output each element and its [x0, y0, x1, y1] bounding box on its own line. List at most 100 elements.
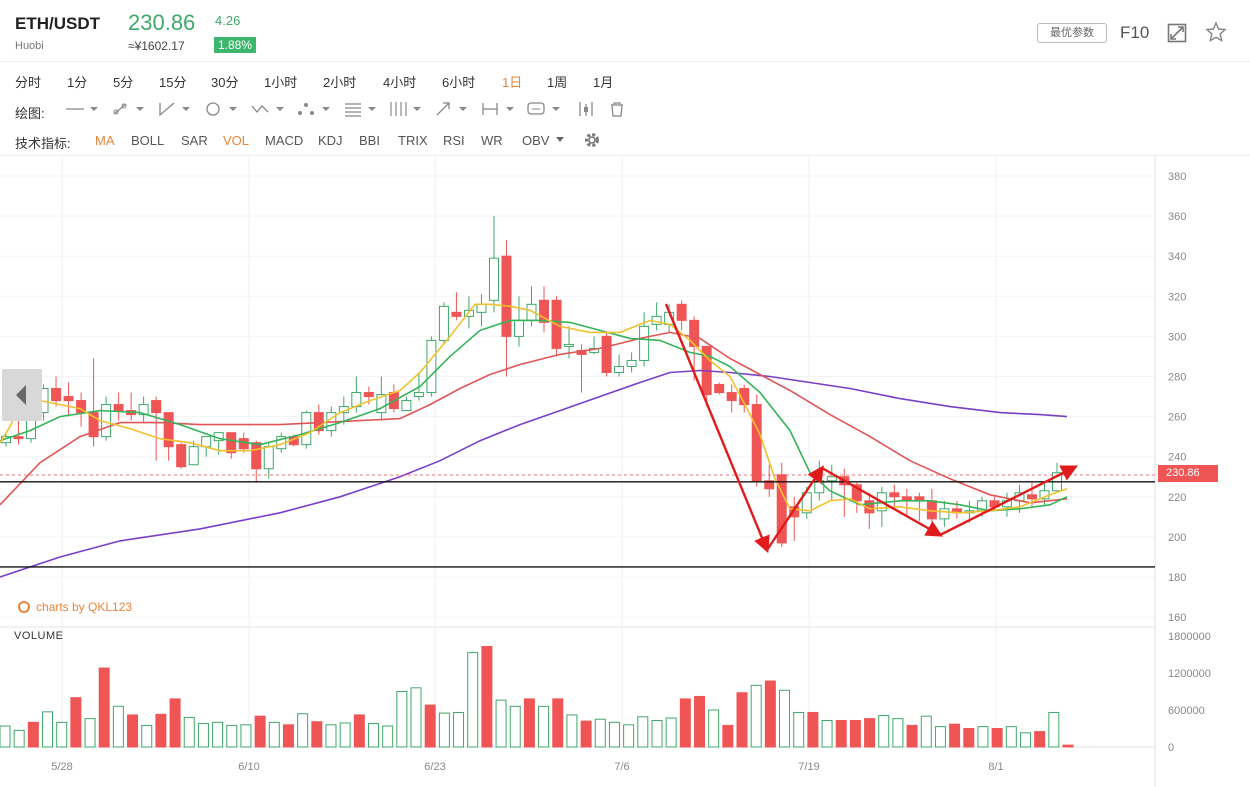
candle-body	[51, 388, 62, 402]
volume-bar	[70, 697, 82, 748]
indicator-sar[interactable]: SAR	[181, 133, 208, 148]
period-1d[interactable]: 1日	[502, 72, 522, 91]
period-1h[interactable]: 1小时	[264, 72, 297, 91]
volume-bar	[226, 724, 238, 748]
price-tick-label: 160	[1168, 612, 1186, 624]
star-icon[interactable]	[1205, 21, 1227, 43]
volume-bar	[268, 721, 280, 748]
indicator-rsi[interactable]: RSI	[443, 133, 465, 148]
indicator-vol[interactable]: VOL	[223, 133, 249, 148]
fibonacci-tool-icon[interactable]	[342, 99, 378, 119]
candle-body	[601, 335, 612, 373]
candle-body	[939, 508, 950, 520]
candle-body	[413, 392, 424, 398]
volume-bar	[580, 720, 592, 748]
f10-button[interactable]: F10	[1120, 23, 1149, 43]
candle-body	[426, 339, 437, 394]
candle-body	[226, 432, 237, 454]
header: ETH/USDT Huobi 230.86 ≈¥1602.17 4.26 1.8…	[0, 0, 1250, 62]
candle-body	[1026, 494, 1037, 500]
candle-body	[401, 400, 412, 412]
price-tick-label: 300	[1168, 331, 1186, 343]
note-tool-icon[interactable]	[526, 99, 562, 119]
period-6h[interactable]: 6小时	[442, 72, 475, 91]
period-4h[interactable]: 4小时	[383, 72, 416, 91]
obv-dropdown-icon[interactable]	[555, 136, 565, 144]
indicator-wr[interactable]: WR	[481, 133, 503, 148]
indicator-bbi[interactable]: BBI	[359, 133, 380, 148]
pattern-tool-icon[interactable]	[296, 99, 332, 119]
period-1min[interactable]: 1分	[67, 72, 87, 91]
candle-body	[726, 392, 737, 402]
watermark-text: charts by QKL123	[36, 600, 133, 614]
line-tool-icon[interactable]	[64, 99, 100, 119]
period-2h[interactable]: 2小时	[323, 72, 356, 91]
candle-body	[889, 492, 900, 498]
volume-bar	[523, 698, 535, 748]
volume-bar	[495, 699, 507, 748]
circle-tool-icon[interactable]	[203, 99, 239, 119]
last-price-tag: 230.86	[1158, 465, 1218, 482]
period-5min[interactable]: 5分	[113, 72, 133, 91]
candle-body	[13, 436, 24, 440]
candle-body	[113, 404, 124, 412]
indicator-trix[interactable]: TRIX	[398, 133, 428, 148]
x-tick-label: 5/28	[51, 761, 72, 773]
trash-icon[interactable]	[607, 99, 627, 119]
trend-arrow	[939, 465, 1079, 537]
price-change: 4.26	[215, 13, 241, 28]
indicator-macd[interactable]: MACD	[265, 133, 303, 148]
drawing-toolbar: 绘图:	[0, 96, 1250, 124]
indicator-boll[interactable]: BOLL	[131, 133, 164, 148]
arrow-tool-icon[interactable]	[433, 99, 469, 119]
candle-body	[714, 384, 725, 394]
price-tick-label: 180	[1168, 572, 1186, 584]
volume-bar	[779, 689, 791, 748]
indicator-obv[interactable]: OBV	[522, 133, 549, 148]
candle-body	[163, 412, 174, 448]
expand-icon[interactable]	[1167, 23, 1187, 43]
candle-body	[301, 412, 312, 446]
candle-body	[438, 305, 449, 341]
wave-tool-icon[interactable]	[250, 99, 286, 119]
volume-bar	[169, 698, 181, 748]
measure-tool-icon[interactable]	[480, 99, 516, 119]
ray-tool-icon[interactable]	[110, 99, 146, 119]
candle-body	[451, 311, 462, 317]
price-tick-label: 240	[1168, 452, 1186, 464]
indicator-label: 技术指标:	[15, 136, 71, 151]
gann-tool-icon[interactable]	[387, 99, 423, 119]
candle-body	[639, 325, 650, 361]
candle-body	[676, 303, 687, 321]
cny-price: ≈¥1602.17	[128, 39, 185, 53]
volume-label: VOLUME	[14, 630, 64, 642]
volume-bar	[353, 714, 365, 748]
volume-bar	[665, 717, 677, 748]
period-1mon[interactable]: 1月	[593, 72, 613, 91]
indicator-ma[interactable]: MA	[95, 133, 115, 148]
scroll-left-button[interactable]	[2, 369, 42, 421]
price-tick-label: 220	[1168, 492, 1186, 504]
volume-bar	[212, 721, 224, 748]
candle-body	[188, 446, 199, 466]
volume-tick-label: 600000	[1168, 705, 1205, 717]
volume-bar	[339, 722, 351, 748]
volume-bar	[878, 715, 890, 748]
candle-tool-icon[interactable]	[576, 99, 596, 119]
period-15min[interactable]: 15分	[159, 72, 186, 91]
candle-body	[814, 480, 825, 494]
candle-body	[614, 365, 625, 373]
best-params-button[interactable]: 最优参数	[1037, 23, 1107, 43]
channel-tool-icon[interactable]	[156, 99, 192, 119]
volume-bar	[807, 711, 819, 748]
indicator-kdj[interactable]: KDJ	[318, 133, 343, 148]
candle-body	[176, 444, 187, 468]
period-1w[interactable]: 1周	[547, 72, 567, 91]
gear-icon[interactable]	[583, 131, 601, 149]
volume-bar	[1048, 711, 1060, 748]
price-chart[interactable]: 380 360 340 320 300 280 260 240 220 200 180 160 1800…	[0, 156, 1250, 787]
period-timeline[interactable]: 分时	[15, 72, 41, 91]
candle-body	[751, 404, 762, 482]
volume-bar	[920, 715, 932, 748]
period-30min[interactable]: 30分	[211, 72, 238, 91]
